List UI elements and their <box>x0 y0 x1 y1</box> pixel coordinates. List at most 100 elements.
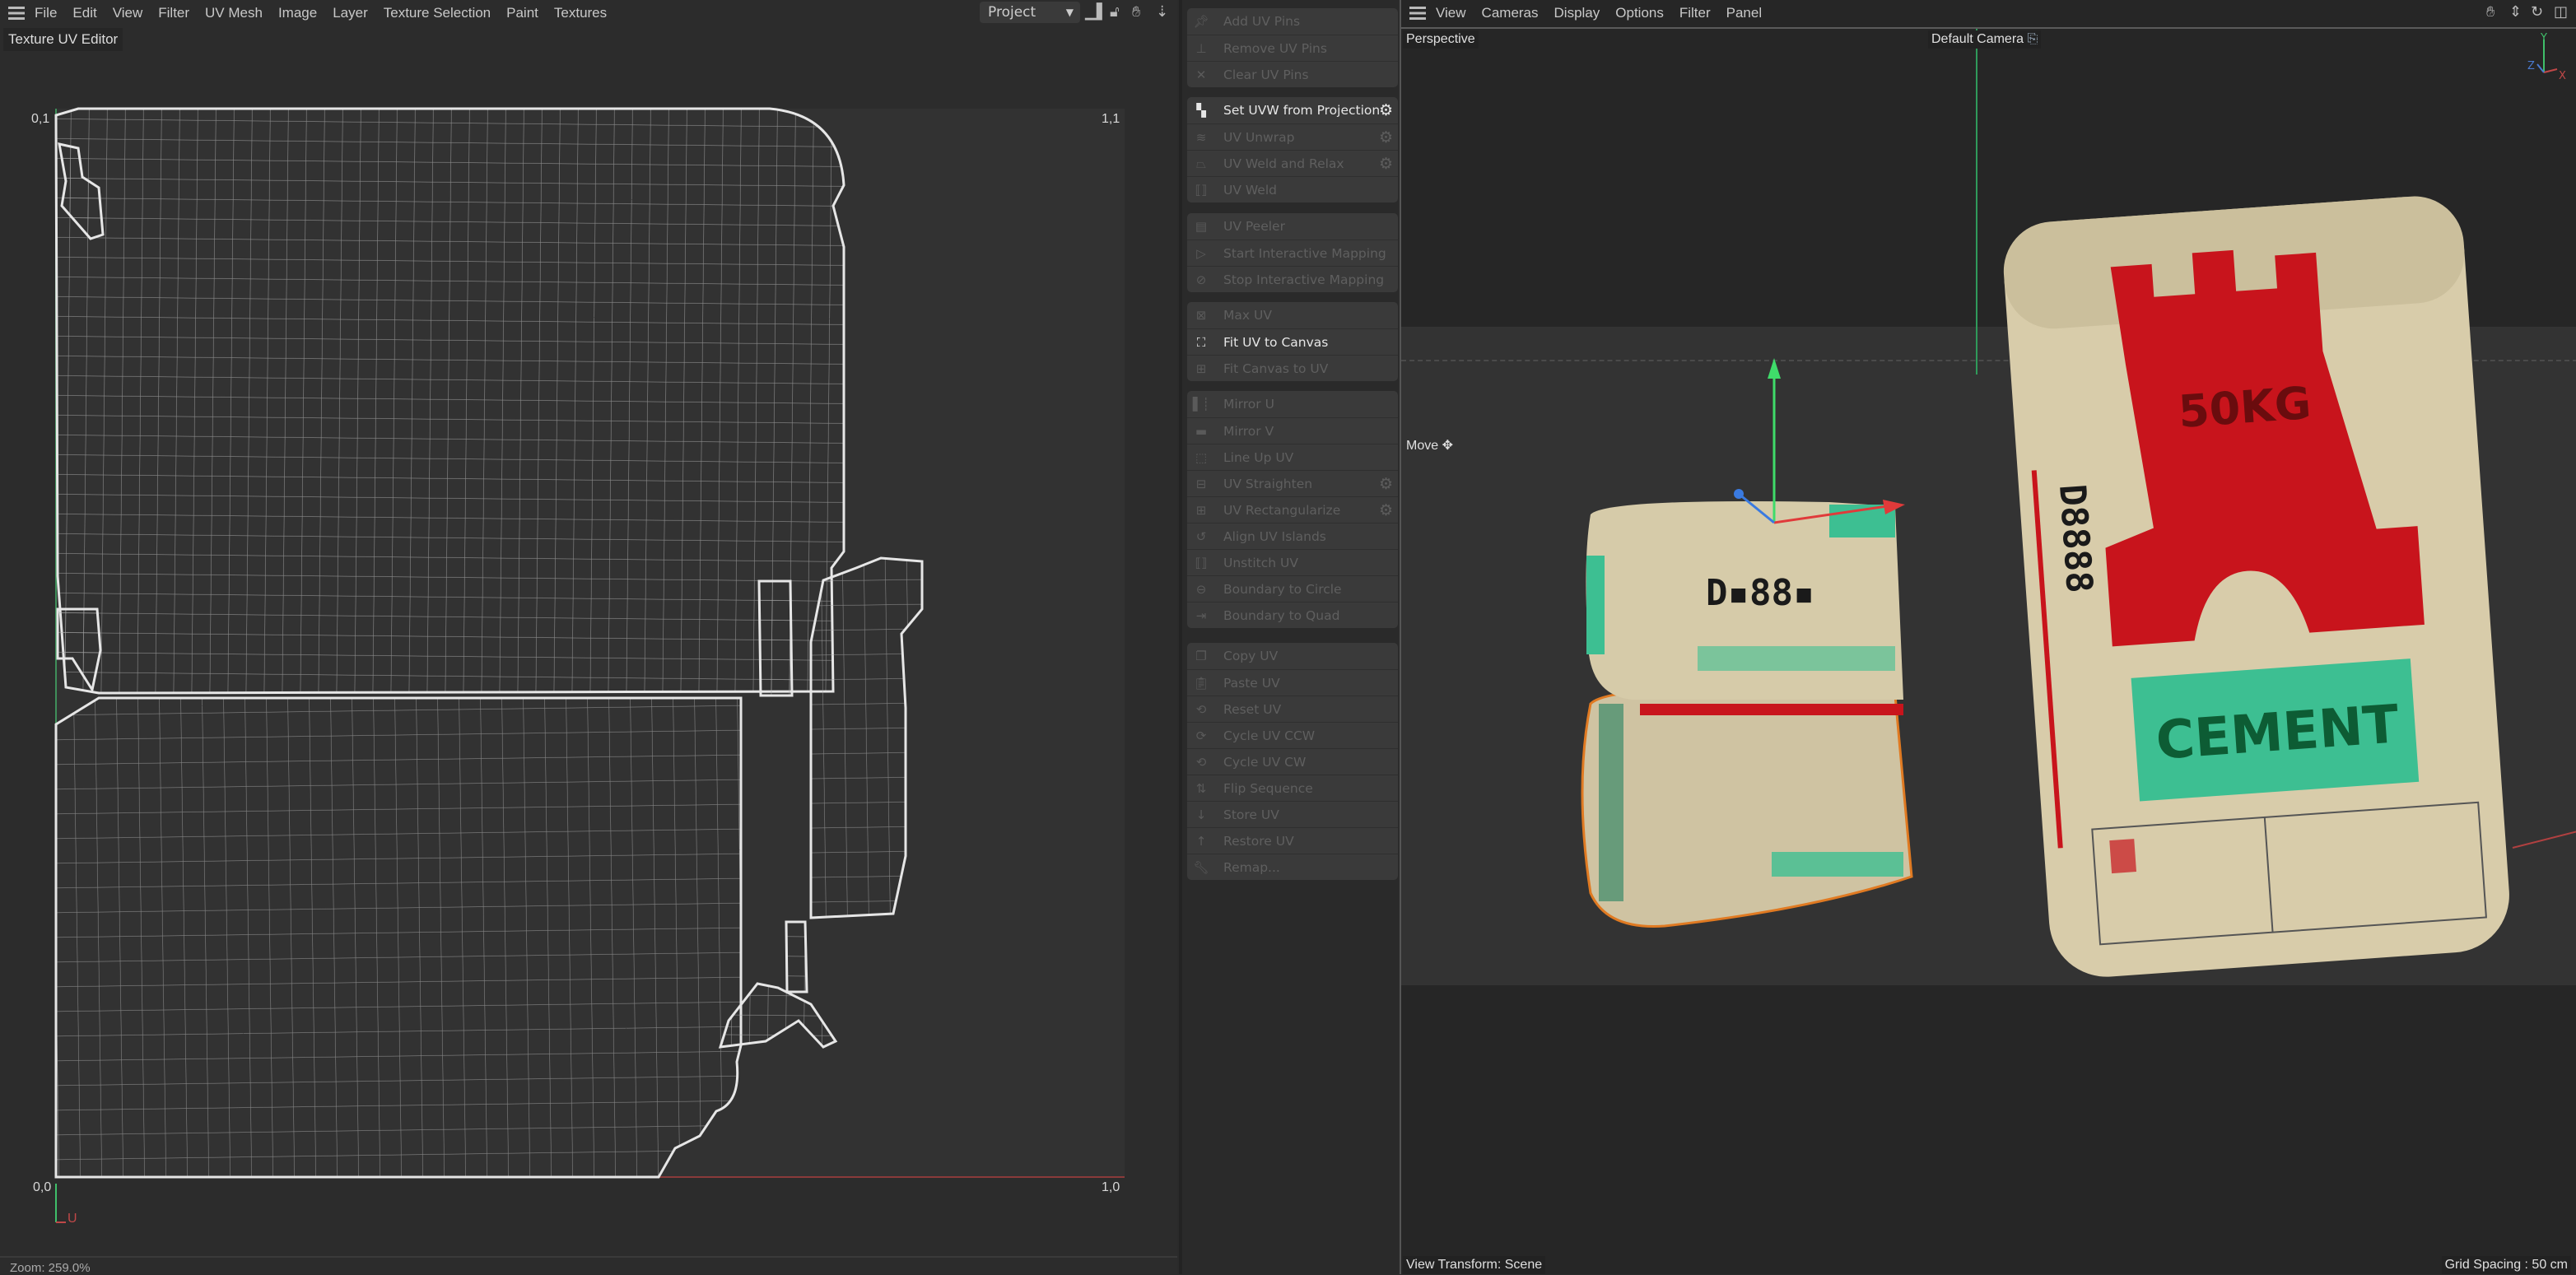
command-line-up-uv[interactable]: ⬚ Line Up UV <box>1187 444 1398 470</box>
command-fit-canvas-to-uv[interactable]: ⊞ Fit Canvas to UV <box>1187 355 1398 381</box>
command-unstitch-uv[interactable]: ⟦⟧ Unstitch UV <box>1187 549 1398 575</box>
gear-icon[interactable]: ⚙ <box>1379 128 1393 147</box>
tool-name: Move <box>1406 439 1439 453</box>
command-uv-weld[interactable]: ⟦⟧ UV Weld <box>1187 176 1398 202</box>
command-uv-peeler[interactable]: ▤ UV Peeler <box>1187 213 1398 240</box>
menu-panel[interactable]: Panel <box>1726 5 1762 21</box>
bag-middle: D▪88▪ <box>1586 501 1903 700</box>
uv-command-group: ▚ Set UVW from Projection ⚙ ≋ UV Unwrap ⚙ ⏢ UV … <box>1187 97 1398 202</box>
command-uv-unwrap[interactable]: ≋ UV Unwrap ⚙ <box>1187 123 1398 150</box>
command-label: Set UVW from Projection <box>1223 103 1381 118</box>
command-cycle-uv-ccw[interactable]: ⟳ Cycle UV CCW <box>1187 722 1398 748</box>
command-label: UV Unwrap <box>1223 129 1295 145</box>
svg-text:D8888: D8888 <box>2051 483 2100 595</box>
gear-icon[interactable]: ⚙ <box>1379 475 1393 493</box>
command-set-uvw-from-projection[interactable]: ▚ Set UVW from Projection ⚙ <box>1187 97 1398 123</box>
checker-icon: ▚ <box>1196 103 1206 118</box>
mirror-u-icon: ▌┊ <box>1192 397 1210 412</box>
menu-view[interactable]: View <box>1436 5 1466 21</box>
command-label: Remove UV Pins <box>1223 40 1327 56</box>
viewport-menubar: View Cameras Display Options Filter Pane… <box>1401 0 2576 26</box>
uv-island-bottom[interactable] <box>54 696 743 1179</box>
cement-bags-model[interactable]: D▪88▪ 50KG CEMENT D8888 <box>1401 29 2576 1274</box>
restore-icon: ↑ <box>1195 833 1207 849</box>
command-uv-rectangularize[interactable]: ⊞ UV Rectangularize ⚙ <box>1187 496 1398 523</box>
command-reset-uv[interactable]: ⟲ Reset UV <box>1187 696 1398 722</box>
command-label: UV Weld and Relax <box>1223 156 1344 171</box>
command-start-interactive-mapping[interactable]: ▷ Start Interactive Mapping <box>1187 240 1398 266</box>
command-flip-sequence[interactable]: ⇅ Flip Sequence <box>1187 775 1398 801</box>
command-label: Remap... <box>1223 859 1280 875</box>
view-transform-label: View Transform: Scene <box>1403 1256 1546 1274</box>
command-cycle-uv-cw[interactable]: ⟲ Cycle UV CW <box>1187 748 1398 775</box>
command-max-uv[interactable]: ⊠ Max UV <box>1187 302 1398 328</box>
command-label: Restore UV <box>1223 833 1294 849</box>
command-paste-uv[interactable]: 📋︎ Paste UV <box>1187 669 1398 696</box>
straighten-icon: ⊟ <box>1195 476 1207 491</box>
play-icon: ▷ <box>1196 245 1206 261</box>
command-label: Copy UV <box>1223 649 1279 663</box>
active-tool-label: Move ✥ <box>1403 435 1456 455</box>
command-label: Store UV <box>1223 807 1279 822</box>
gear-icon[interactable]: ⚙ <box>1379 501 1393 519</box>
command-add-uv-pins[interactable]: 📌︎ Add UV Pins <box>1187 8 1398 35</box>
command-label: Line Up UV <box>1223 449 1294 465</box>
move-gizmo[interactable] <box>1734 358 1905 524</box>
move-vertical-icon[interactable]: ⇕ <box>2509 3 2522 21</box>
maximize-icon[interactable]: ◫ <box>2554 3 2568 21</box>
command-label: Reset UV <box>1223 701 1282 717</box>
command-boundary-to-quad[interactable]: ⇥ Boundary to Quad <box>1187 602 1398 628</box>
command-uv-straighten[interactable]: ⊟ UV Straighten ⚙ <box>1187 470 1398 496</box>
command-copy-uv[interactable]: ❐ Copy UV <box>1187 643 1398 669</box>
bag-bottom <box>1581 687 1913 928</box>
wrench-icon: 🔧︎ <box>1193 859 1209 875</box>
camera-label[interactable]: Default Camera ⎘ <box>1928 30 2042 49</box>
3d-viewport[interactable]: D▪88▪ 50KG CEMENT D8888 Perspective Defa… <box>1401 27 2576 1274</box>
command-label: Boundary to Quad <box>1223 607 1340 623</box>
peeler-icon: ▤ <box>1195 219 1208 234</box>
cycle-ccw-icon: ⟳ <box>1195 728 1207 743</box>
hand-pan-icon[interactable]: ✋︎ <box>2486 3 2494 21</box>
menu-display[interactable]: Display <box>1554 5 1600 21</box>
command-clear-uv-pins[interactable]: ✕ Clear UV Pins <box>1187 61 1398 87</box>
command-label: Start Interactive Mapping <box>1223 245 1386 261</box>
uv-island-strip[interactable] <box>757 579 794 697</box>
command-store-uv[interactable]: ↓ Store UV <box>1187 801 1398 827</box>
menu-cameras[interactable]: Cameras <box>1482 5 1539 21</box>
hamburger-menu-icon[interactable] <box>1409 7 1426 20</box>
flip-icon: ⇅ <box>1195 780 1207 796</box>
uv-command-group: ▤ UV Peeler ▷ Start Interactive Mapping ⊘ Sto… <box>1187 213 1398 292</box>
quad-arrow-icon: ⇥ <box>1195 607 1207 623</box>
command-label: Add UV Pins <box>1223 14 1301 29</box>
command-mirror-v[interactable]: ▬ Mirror V <box>1187 417 1398 444</box>
bag-weight-text: 50KG <box>2177 377 2313 438</box>
view-name-label[interactable]: Perspective <box>1403 30 1479 49</box>
uv-island-small[interactable] <box>785 920 808 993</box>
command-remove-uv-pins[interactable]: ⊥ Remove UV Pins <box>1187 35 1398 61</box>
command-restore-uv[interactable]: ↑ Restore UV <box>1187 827 1398 854</box>
uv-canvas[interactable] <box>0 0 1177 1251</box>
command-mirror-u[interactable]: ▌┊ Mirror U <box>1187 391 1398 417</box>
command-boundary-to-circle[interactable]: ⊖ Boundary to Circle <box>1187 575 1398 602</box>
command-uv-weld-and-relax[interactable]: ⏢ UV Weld and Relax ⚙ <box>1187 150 1398 176</box>
gear-icon[interactable]: ⚙ <box>1379 101 1393 119</box>
command-fit-uv-to-canvas[interactable]: ⛶ Fit UV to Canvas <box>1187 328 1398 355</box>
gear-icon[interactable]: ⚙ <box>1379 155 1393 173</box>
command-label: Clear UV Pins <box>1223 67 1309 82</box>
menu-options[interactable]: Options <box>1615 5 1664 21</box>
iron-icon: ⏢ <box>1195 156 1206 171</box>
command-label: UV Weld <box>1223 182 1277 198</box>
x-axis-line <box>2512 831 2576 849</box>
grid-icon: ⊞ <box>1195 502 1207 518</box>
mirror-v-icon: ▬ <box>1195 423 1208 439</box>
command-stop-interactive-mapping[interactable]: ⊘ Stop Interactive Mapping <box>1187 266 1398 292</box>
menu-filter[interactable]: Filter <box>1679 5 1711 21</box>
uv-island-top[interactable] <box>54 107 845 695</box>
command-align-uv-islands[interactable]: ↺ Align UV Islands <box>1187 523 1398 549</box>
axis-y-label: Y <box>2540 33 2547 44</box>
rotate-icon[interactable]: ↻ <box>2531 3 2543 21</box>
command-label: Paste UV <box>1223 675 1280 691</box>
bag-front: 50KG CEMENT D8888 <box>2003 196 2509 977</box>
command-remap[interactable]: 🔧︎ Remap... <box>1187 854 1398 880</box>
line-up-icon: ⬚ <box>1195 449 1208 465</box>
